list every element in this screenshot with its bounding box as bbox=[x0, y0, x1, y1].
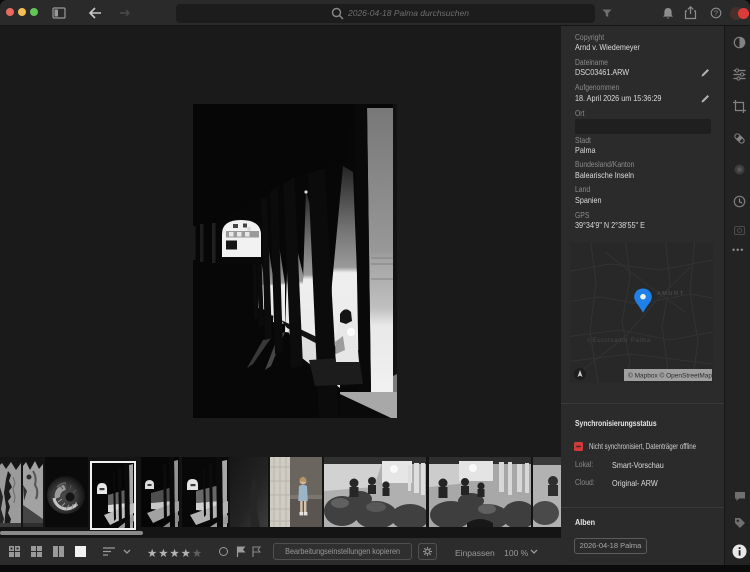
svg-text:s'Escorxador Palma: s'Escorxador Palma bbox=[587, 338, 651, 344]
svg-text:© Mapbox © OpenStreetMap: © Mapbox © OpenStreetMap bbox=[628, 372, 712, 380]
svg-text:?: ? bbox=[714, 9, 718, 18]
svg-text:AMUNT: AMUNT bbox=[657, 291, 685, 297]
